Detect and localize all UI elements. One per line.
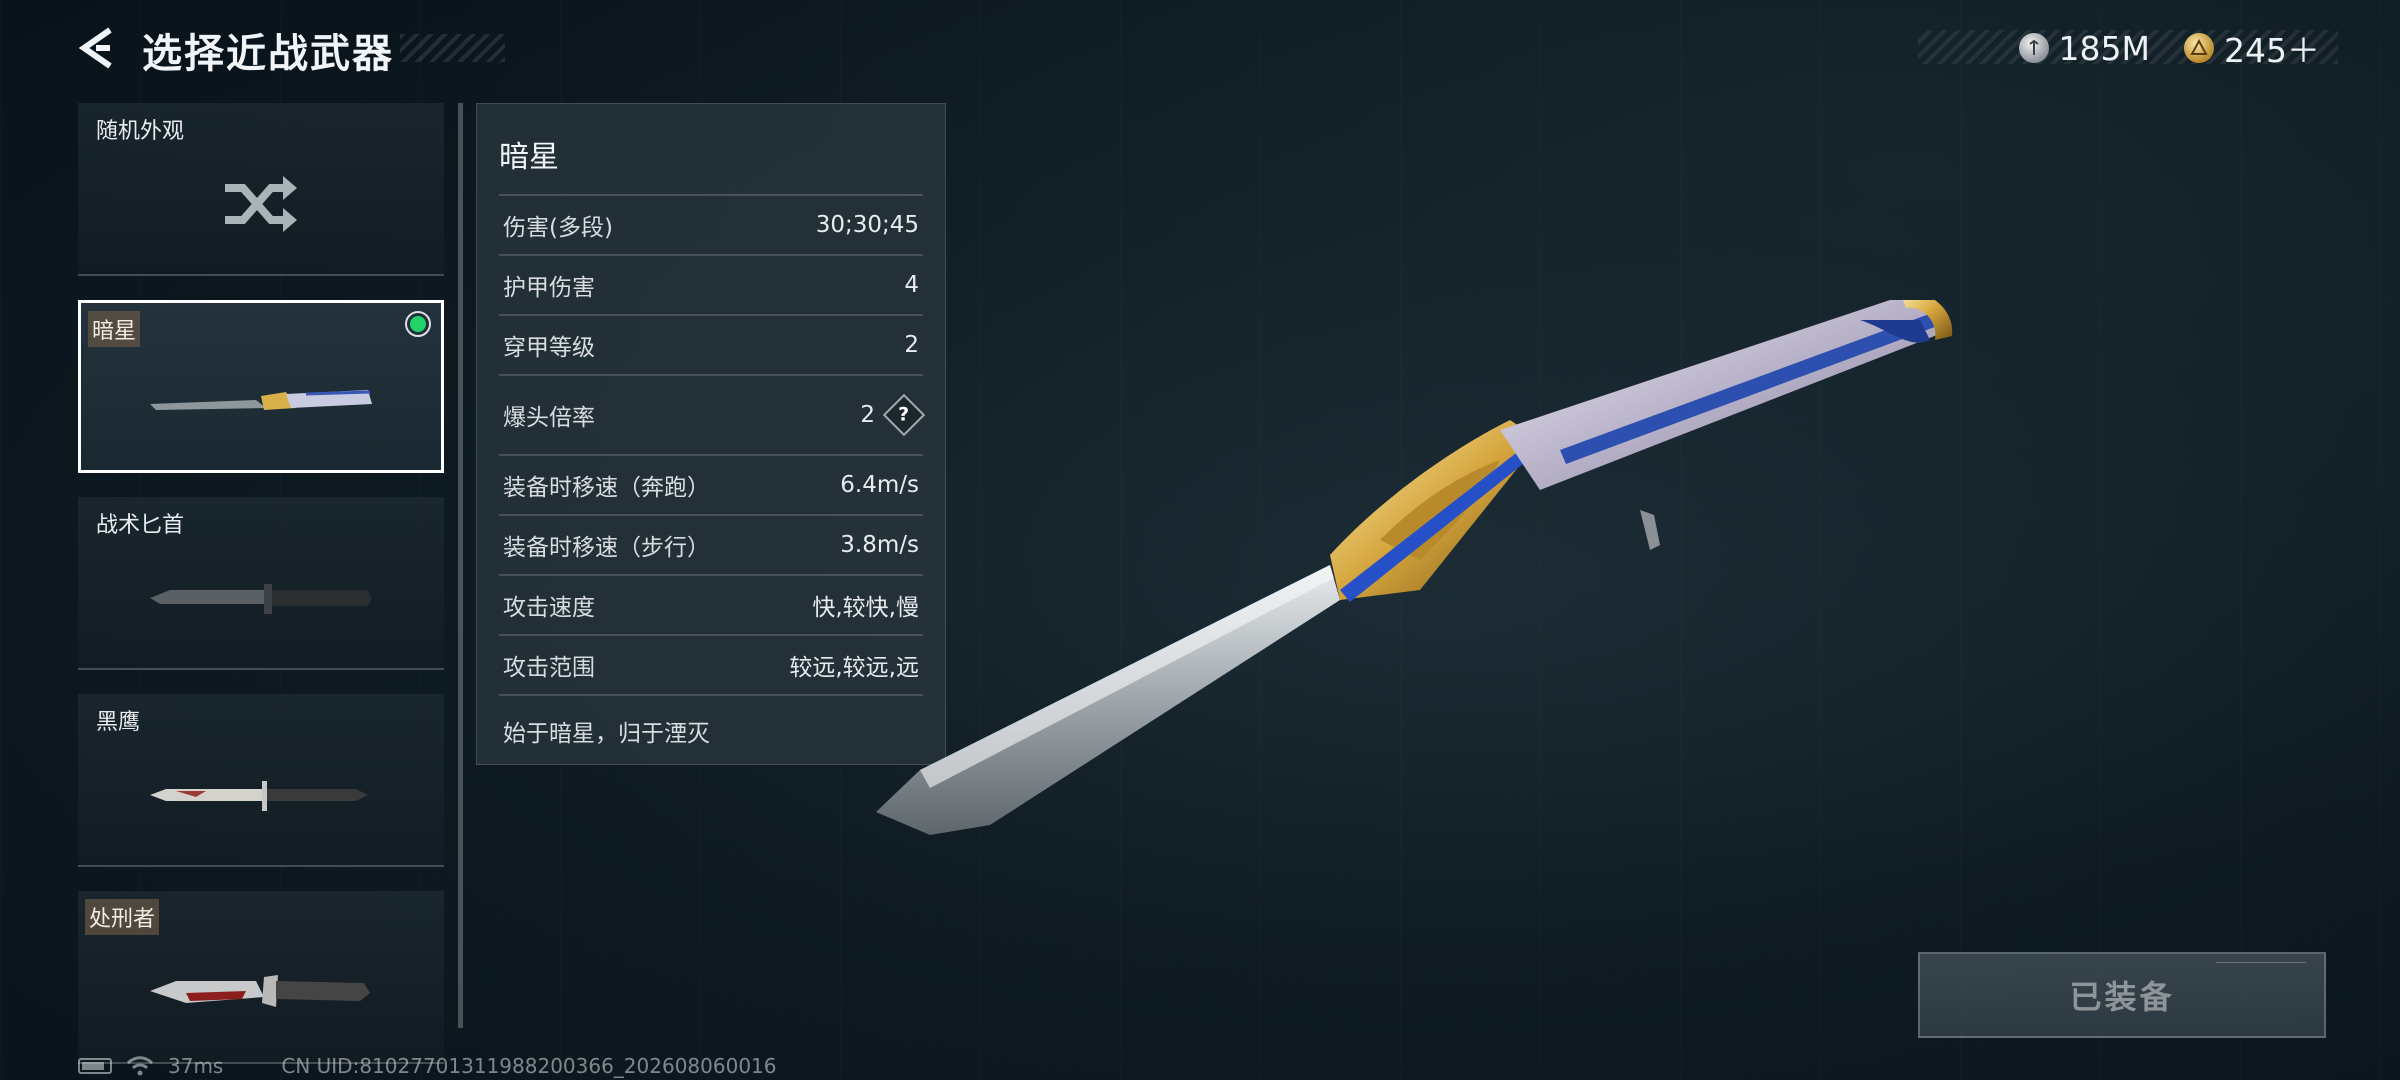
- tactical-dagger-icon: [150, 583, 372, 614]
- weapon-card-label: 处刑者: [85, 899, 160, 935]
- equip-button-label: 已装备: [2069, 978, 2175, 1016]
- card-image: [78, 931, 444, 1052]
- equip-button[interactable]: 已装备: [1918, 952, 2326, 1038]
- shuffle-icon: [225, 175, 297, 232]
- user-uid: CN UID:810277013119882003​66_20260806001…: [281, 1054, 777, 1078]
- battery-icon: [78, 1058, 112, 1074]
- wifi-icon: [126, 1056, 154, 1076]
- weapon-card-random[interactable]: 随机外观: [78, 103, 444, 276]
- stat-label: 伤害(多段): [503, 215, 613, 241]
- gold-amount: 245＋: [2224, 31, 2320, 70]
- weapon-list: 随机外观 暗星 战术匕首 黑鹰 处刑者: [78, 103, 444, 1080]
- currency-silver[interactable]: 185M: [2018, 28, 2150, 68]
- status-footer: 37ms CN UID:810277013119882003​66_202608…: [78, 1052, 777, 1080]
- stat-value: 4: [904, 272, 919, 298]
- stat-row-damage: 伤害(多段) 30;30;45: [499, 196, 923, 256]
- stat-label: 装备时移速（步行）: [503, 535, 710, 561]
- stat-label: 装备时移速（奔跑）: [503, 475, 710, 501]
- weapon-card-label: 随机外观: [96, 119, 185, 144]
- stat-value: 30;30;45: [815, 212, 919, 238]
- anxing-knife-icon: [150, 389, 372, 410]
- weapon-card-executioner[interactable]: 处刑者: [78, 891, 444, 1064]
- ping-value: 37ms: [168, 1054, 224, 1078]
- gold-coin-icon: [2184, 33, 2214, 63]
- back-arrow-icon: [78, 27, 112, 69]
- weapon-card-anxing[interactable]: 暗星: [78, 300, 444, 473]
- weapon-preview-image[interactable]: [860, 300, 1960, 860]
- button-decoration: [2216, 962, 2306, 972]
- currency-gold[interactable]: 245＋: [2184, 24, 2320, 72]
- weapon-card-label: 黑鹰: [96, 710, 141, 735]
- executioner-knife-icon: [150, 974, 370, 1007]
- currency-bar: 185M 245＋: [2018, 24, 2320, 72]
- stat-label: 攻击速度: [503, 595, 595, 621]
- weapon-name: 暗星: [499, 132, 923, 196]
- page-title: 选择近战武器: [142, 31, 394, 77]
- card-image: [78, 143, 444, 264]
- equipped-indicator: [405, 311, 431, 337]
- stat-label: 护甲伤害: [503, 275, 595, 301]
- weapon-card-label: 暗星: [88, 311, 141, 347]
- black-hawk-knife-icon: [150, 780, 368, 811]
- weapon-list-scrollbar[interactable]: [458, 103, 463, 1028]
- weapon-card-tactical-dagger[interactable]: 战术匕首: [78, 497, 444, 670]
- silver-coin-icon: [2018, 33, 2049, 63]
- stat-label: 攻击范围: [503, 655, 595, 681]
- card-image: [78, 734, 444, 855]
- weapon-card-label: 战术匕首: [96, 513, 185, 538]
- stat-label: 穿甲等级: [503, 335, 595, 361]
- title-decoration: [400, 34, 505, 62]
- stat-label: 爆头倍率: [503, 405, 595, 431]
- back-button[interactable]: [70, 22, 122, 74]
- weapon-card-black-hawk[interactable]: 黑鹰: [78, 694, 444, 867]
- card-image: [81, 343, 441, 460]
- card-image: [78, 537, 444, 658]
- silver-amount: 185M: [2058, 28, 2150, 68]
